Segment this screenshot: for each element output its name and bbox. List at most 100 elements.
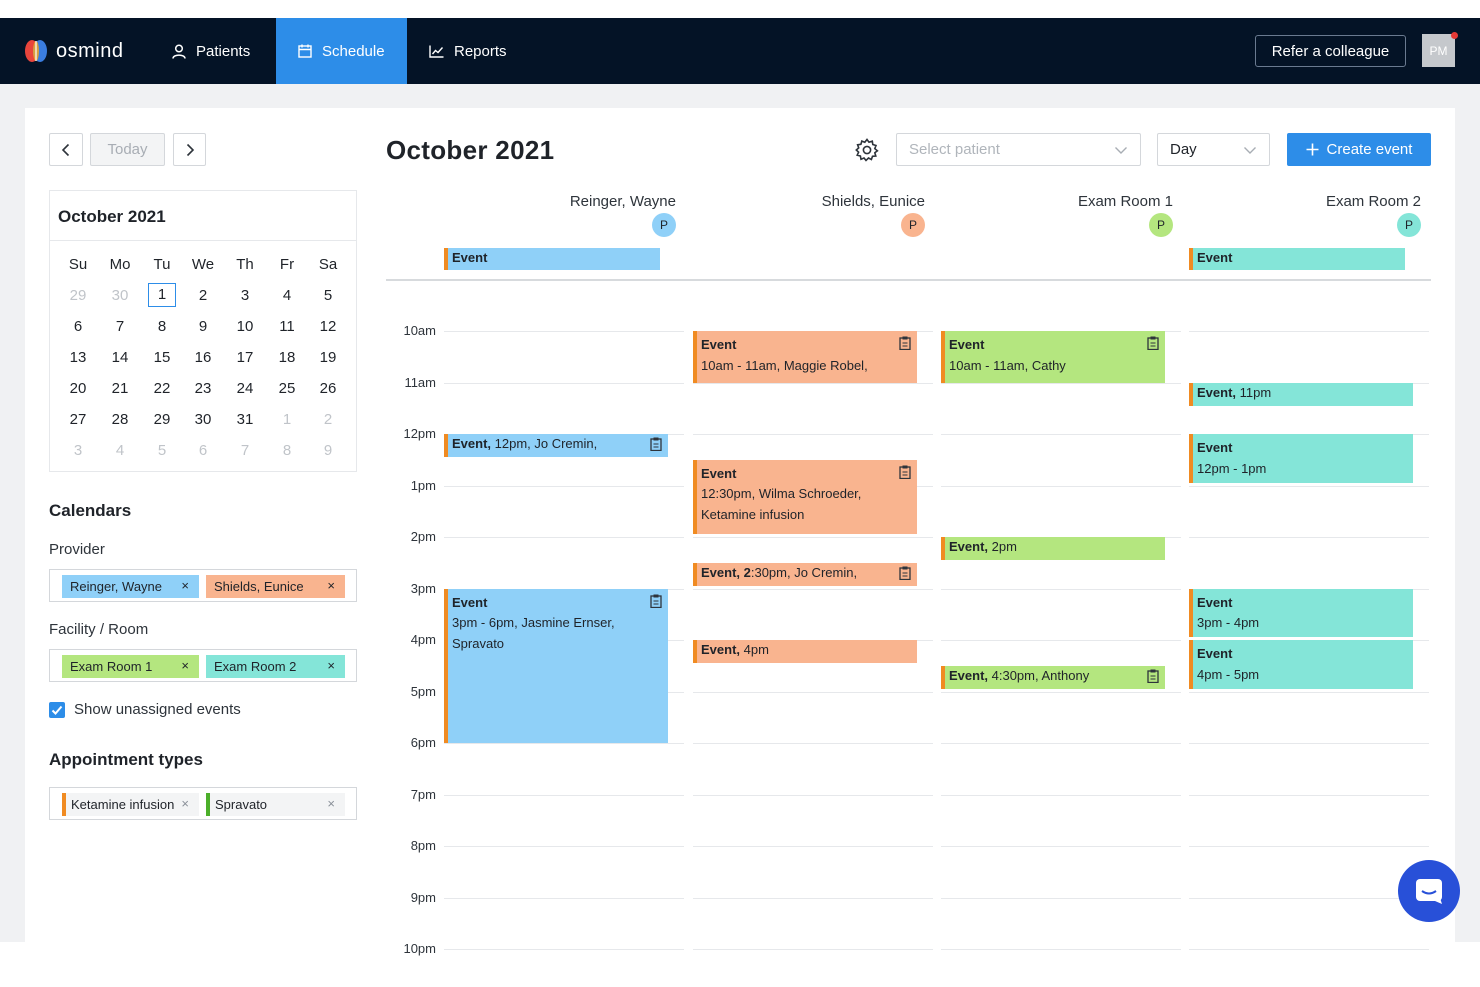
clipboard-icon[interactable] (650, 437, 662, 452)
clipboard-icon[interactable] (899, 465, 911, 479)
calendar-event[interactable]: Event, 2:30pm, Jo Cremin, (693, 562, 917, 586)
clipboard-icon[interactable] (1147, 336, 1159, 351)
calendar-day[interactable]: 8 (148, 318, 176, 335)
calendar-day[interactable]: 14 (106, 349, 134, 366)
calendar-day[interactable]: 3 (231, 287, 259, 304)
calendar-event[interactable]: Event, 4pm (693, 640, 917, 664)
calendar-day[interactable]: 20 (64, 380, 92, 397)
clipboard-icon[interactable] (650, 594, 662, 608)
calendar-day[interactable]: 9 (314, 442, 342, 459)
mini-calendar-divider (50, 240, 356, 241)
remove-tag-icon[interactable]: × (327, 658, 335, 673)
calendar-day[interactable]: 21 (106, 380, 134, 397)
calendar-event[interactable]: Event, 2pm (941, 537, 1165, 561)
remove-tag-icon[interactable]: × (327, 796, 335, 811)
all-day-event[interactable]: Event (444, 248, 660, 270)
calendar-day[interactable]: 4 (106, 442, 134, 459)
nav-schedule[interactable]: Schedule (276, 18, 407, 84)
calendar-day[interactable]: 23 (189, 380, 217, 397)
calendar-event[interactable]: Event 3pm - 6pm, Jasmine Ernser, Spravato (444, 588, 668, 743)
refer-colleague-button[interactable]: Refer a colleague (1255, 35, 1406, 67)
chat-support-button[interactable] (1398, 860, 1460, 922)
room-tag: Exam Room 2 × (206, 655, 345, 678)
hour-gridline (1189, 331, 1429, 332)
all-day-event[interactable]: Event (1189, 248, 1405, 270)
weekday-header: We (191, 256, 215, 273)
calendar-day[interactable]: 26 (314, 380, 342, 397)
calendar-day[interactable]: 5 (314, 287, 342, 304)
calendar-event[interactable]: Event 10am - 11am, Maggie Robel, (693, 331, 917, 383)
calendar-day[interactable]: 25 (273, 380, 301, 397)
calendar-day[interactable]: 22 (148, 380, 176, 397)
chevron-down-icon (1244, 147, 1256, 154)
calendar-day[interactable]: 3 (64, 442, 92, 459)
calendar-event[interactable]: Event 10am - 11am, Cathy (941, 331, 1165, 383)
calendar-day[interactable]: 8 (273, 442, 301, 459)
calendar-day[interactable]: 9 (189, 318, 217, 335)
appointment-type-select[interactable]: Ketamine infusion × Spravato × (49, 787, 357, 820)
previous-day-button[interactable] (49, 133, 83, 166)
calendar-day[interactable]: 13 (64, 349, 92, 366)
calendar-day[interactable]: 4 (273, 287, 301, 304)
calendar-day[interactable]: 7 (231, 442, 259, 459)
clipboard-icon[interactable] (899, 336, 911, 351)
calendar-day[interactable]: 2 (189, 287, 217, 304)
calendar-event[interactable]: Event, 11pm (1189, 382, 1413, 406)
next-day-button[interactable] (173, 133, 206, 166)
calendar-day[interactable]: 27 (64, 411, 92, 428)
user-avatar[interactable]: PM (1422, 34, 1455, 67)
calendar-day[interactable]: 29 (64, 287, 92, 304)
calendar-day[interactable]: 1 (273, 411, 301, 428)
remove-tag-icon[interactable]: × (181, 658, 189, 673)
calendar-event[interactable]: Event 12:30pm, Wilma Schroeder, Ketamine i… (693, 459, 917, 535)
calendar-day[interactable]: 31 (231, 411, 259, 428)
appointment-tag-label: Spravato (215, 797, 268, 812)
clipboard-icon[interactable] (1147, 669, 1159, 683)
hour-gridline (693, 537, 933, 538)
calendar-day[interactable]: 30 (189, 411, 217, 428)
calendar-day[interactable]: 10 (231, 318, 259, 335)
remove-tag-icon[interactable]: × (327, 578, 335, 593)
calendar-day[interactable]: 17 (231, 349, 259, 366)
calendar-day[interactable]: 15 (148, 349, 176, 366)
nav-reports[interactable]: Reports (407, 18, 529, 84)
clipboard-icon[interactable] (899, 566, 911, 580)
calendar-day[interactable]: 29 (148, 411, 176, 428)
chevron-right-icon (186, 143, 194, 156)
provider-select[interactable]: Reinger, Wayne × Shields, Eunice × (49, 569, 357, 602)
calendar-day[interactable]: 18 (273, 349, 301, 366)
calendar-day[interactable]: 7 (106, 318, 134, 335)
calendar-day[interactable]: 12 (314, 318, 342, 335)
today-button[interactable]: Today (90, 133, 165, 166)
show-unassigned-checkbox[interactable] (49, 702, 65, 718)
calendar-day[interactable]: 5 (148, 442, 176, 459)
selected-day[interactable]: 1 (148, 283, 176, 307)
calendar-day[interactable]: 24 (231, 380, 259, 397)
osmind-logo[interactable]: osmind (24, 38, 123, 64)
column-header: Exam Room 1 (1077, 193, 1173, 210)
calendar-day[interactable]: 11 (273, 318, 301, 335)
hour-gridline (1189, 743, 1429, 744)
create-event-button[interactable]: Create event (1287, 133, 1431, 166)
calendar-event[interactable]: Event 12pm - 1pm (1189, 434, 1413, 483)
calendar-day[interactable]: 6 (189, 442, 217, 459)
calendar-day[interactable]: 19 (314, 349, 342, 366)
calendar-event[interactable]: Event, 12pm, Jo Cremin, (444, 434, 668, 458)
remove-tag-icon[interactable]: × (181, 796, 189, 811)
select-patient-dropdown[interactable]: Select patient (896, 133, 1141, 166)
event-detail-line: 10am - 11am, Maggie Robel, (701, 357, 868, 373)
calendar-event[interactable]: Event, 4:30pm, Anthony (941, 665, 1165, 689)
room-select[interactable]: Exam Room 1 × Exam Room 2 × (49, 649, 357, 682)
calendar-day[interactable]: 16 (189, 349, 217, 366)
calendar-event[interactable]: Event 4pm - 5pm (1189, 640, 1413, 689)
appointment-types-heading: Appointment types (49, 750, 203, 769)
nav-patients[interactable]: Patients (150, 18, 272, 84)
calendar-day[interactable]: 30 (106, 287, 134, 304)
calendar-event[interactable]: Event 3pm - 4pm (1189, 588, 1413, 638)
calendar-day[interactable]: 6 (64, 318, 92, 335)
remove-tag-icon[interactable]: × (181, 578, 189, 593)
calendar-day[interactable]: 28 (106, 411, 134, 428)
calendar-day[interactable]: 2 (314, 411, 342, 428)
settings-button[interactable] (854, 137, 880, 163)
view-mode-dropdown[interactable]: Day (1157, 133, 1270, 166)
